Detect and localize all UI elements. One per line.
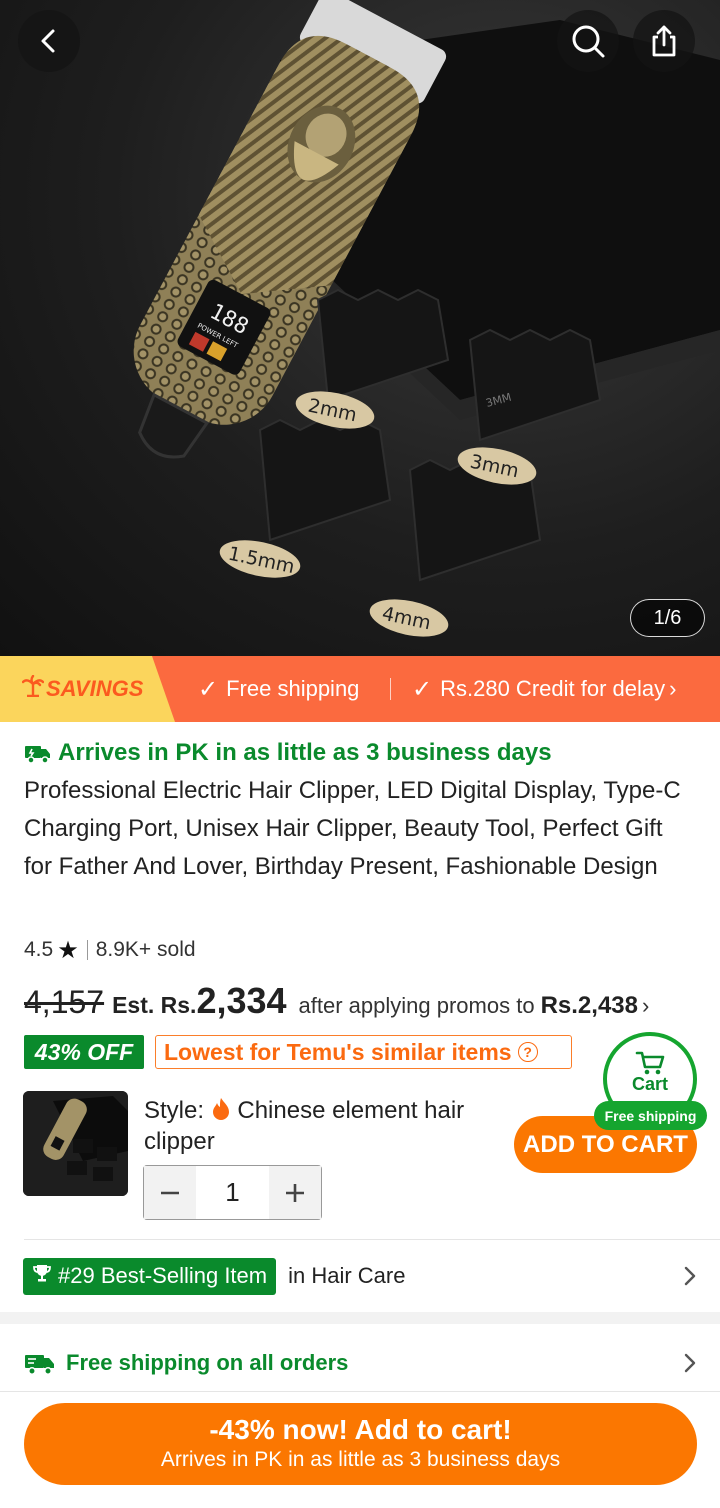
check-icon: ✓	[198, 675, 219, 703]
best-selling-label: #29 Best-Selling Item	[58, 1263, 268, 1288]
chevron-right-icon: ›	[669, 676, 677, 701]
lowest-price-badge[interactable]: Lowest for Temu's similar items ?	[155, 1035, 572, 1069]
delivery-truck-icon	[25, 746, 50, 764]
promo-text: after applying promos to	[298, 993, 535, 1018]
cart-free-shipping-badge: Free shipping	[594, 1101, 707, 1130]
sold-count: 8.9K+ sold	[95, 938, 196, 961]
est-price: 2,334	[196, 980, 287, 1021]
delay-credit-perk[interactable]: ✓ Rs.280 Credit for delay ›	[412, 656, 676, 722]
style-thumbnail[interactable]	[23, 1091, 128, 1196]
bottom-divider	[0, 1391, 720, 1392]
original-price: 4,157	[24, 984, 105, 1020]
best-selling-category: in Hair Care	[288, 1263, 406, 1288]
product-photo: 188 POWER LEFT 3MM 2mm 3mm 1.5mm 4mm	[133, 0, 720, 637]
quantity-value[interactable]: 1	[196, 1166, 269, 1219]
rating-value: 4.5	[24, 938, 54, 961]
increase-quantity-button[interactable]	[269, 1166, 321, 1219]
free-shipping-text: Free shipping on all orders	[66, 1350, 349, 1375]
savings-divider	[390, 678, 391, 700]
check-icon: ✓	[412, 675, 433, 703]
est-price-label: Est. Rs.	[112, 992, 197, 1018]
share-icon	[652, 25, 676, 57]
style-selector[interactable]: Style: Chinese element hair clipper	[144, 1095, 504, 1157]
arrival-text: Arrives in PK in as little as 3 business…	[58, 739, 552, 766]
cart-label: Cart	[631, 1073, 668, 1094]
delay-credit-label: Rs.280 Credit for delay	[440, 676, 666, 701]
decrease-quantity-button[interactable]	[144, 1166, 196, 1219]
best-selling-badge: #29 Best-Selling Item	[23, 1257, 277, 1295]
product-image-carousel[interactable]: 188 POWER LEFT 3MM 2mm 3mm 1.5mm 4mm 1/6	[0, 0, 720, 656]
bottom-add-to-cart-button[interactable]: -43% now! Add to cart! Arrives in PK in …	[24, 1403, 697, 1485]
search-button[interactable]	[557, 10, 619, 72]
quantity-stepper[interactable]: 1	[143, 1165, 322, 1220]
price-row[interactable]: 4,157 Est. Rs. 2,334 after applying prom…	[24, 980, 649, 1028]
chevron-right-icon[interactable]	[682, 1265, 698, 1287]
free-shipping-row[interactable]: Free shipping on all orders	[24, 1346, 348, 1380]
delivery-truck-icon	[25, 1355, 54, 1375]
back-icon	[41, 29, 55, 53]
star-icon: ★	[57, 936, 79, 964]
chevron-right-icon: ›	[641, 993, 650, 1018]
best-selling-row[interactable]: #29 Best-Selling Item in Hair Care	[23, 1257, 720, 1295]
bottom-cta-subtitle: Arrives in PK in as little as 3 business…	[160, 1448, 561, 1471]
rating-row[interactable]: 4.5 ★ 8.9K+ sold	[24, 934, 196, 966]
help-icon: ?	[517, 1042, 538, 1062]
style-label: Style:	[144, 1097, 205, 1124]
rating-divider	[86, 940, 88, 960]
section-gap	[0, 1312, 720, 1324]
flame-icon	[211, 1097, 238, 1124]
cart-icon	[635, 1051, 665, 1074]
lowest-price-label: Lowest for Temu's similar items	[164, 1038, 512, 1065]
section-divider	[24, 1239, 720, 1240]
search-icon	[572, 25, 605, 58]
promo-price: Rs.2,438	[540, 992, 638, 1019]
chevron-right-icon[interactable]	[682, 1352, 698, 1374]
image-page-indicator: 1/6	[630, 599, 705, 637]
product-title: Professional Electric Hair Clipper, LED …	[24, 777, 681, 880]
minus-icon	[161, 1191, 179, 1194]
free-shipping-perk: ✓ Free shipping	[198, 656, 359, 722]
bottom-cta-title: -43% now! Add to cart!	[209, 1414, 512, 1445]
back-button[interactable]	[18, 10, 80, 72]
share-button[interactable]	[633, 10, 695, 72]
trophy-icon	[32, 1263, 52, 1289]
arrival-estimate: Arrives in PK in as little as 3 business…	[24, 736, 552, 770]
savings-tag: SAVINGS	[0, 656, 175, 722]
free-shipping-perk-label: Free shipping	[226, 676, 360, 701]
savings-bar[interactable]: SAVINGS ✓ Free shipping ✓ Rs.280 Credit …	[0, 656, 720, 722]
plus-icon	[286, 1183, 304, 1202]
palm-tree-icon	[21, 674, 45, 703]
savings-tag-label: SAVINGS	[46, 676, 144, 701]
discount-badge: 43% OFF	[24, 1035, 144, 1069]
